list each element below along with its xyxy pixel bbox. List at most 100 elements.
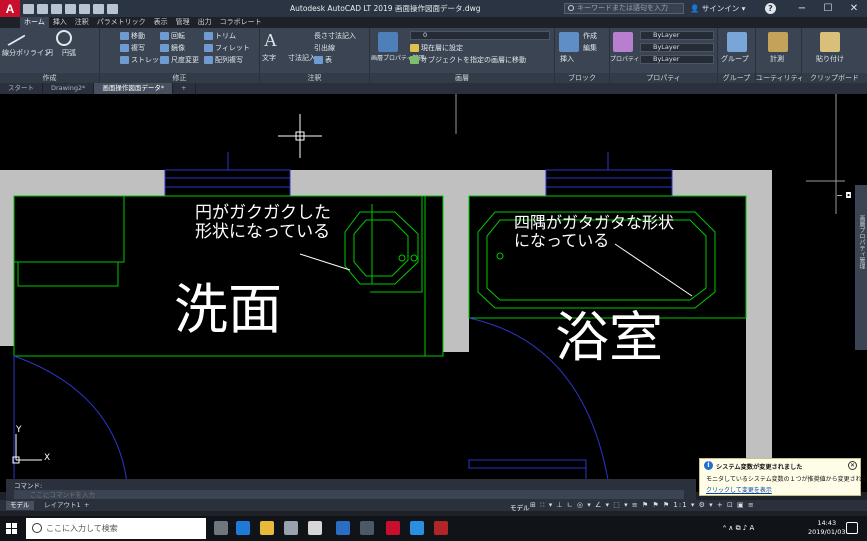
notification-center-icon[interactable] [846,522,858,534]
move-to-layer-tool[interactable]: オブジェクトを指定の画層に移動 [410,55,526,65]
color-dropdown[interactable]: ByLayer [640,31,714,40]
autocad-logo-icon[interactable]: A [0,0,20,17]
utilities-panel-label[interactable]: ユーティリティ [756,73,804,83]
linear-dimension-tool[interactable]: 長さ寸法記入 [314,31,356,41]
clipboard-panel-label[interactable]: クリップボード [802,73,867,83]
tab-collaborate[interactable]: コラボレート [216,17,266,28]
linetype-dropdown[interactable]: ByLayer [640,43,714,52]
group-icon[interactable] [727,32,747,52]
arc-tool[interactable]: 円弧 [62,48,76,58]
command-input[interactable] [14,490,684,499]
tab-insert[interactable]: 挿入 [49,17,71,28]
measure-icon[interactable] [768,32,788,52]
print-icon[interactable] [79,3,90,14]
file-explorer-icon[interactable] [260,521,274,535]
insert-block-button[interactable]: 挿入 [560,54,574,64]
windows-start-icon[interactable] [6,523,17,534]
minimize-button[interactable]: − [792,2,812,15]
modify-panel-label[interactable]: 修正 [100,73,259,83]
undo-icon[interactable] [93,3,104,14]
draw-panel-label[interactable]: 作成 [0,73,99,83]
circle-tool[interactable]: 円 [46,48,53,58]
add-layout-button[interactable]: + [80,501,93,510]
close-window-button[interactable]: ✕ [844,2,864,15]
measure-button[interactable]: 計測 [770,54,784,64]
copy-tool[interactable]: 複写 [120,43,145,53]
text-icon[interactable]: A [264,30,277,51]
layer-palette-label[interactable]: 画層プロパティ管理 [856,215,866,269]
group-button[interactable]: グループ [721,54,749,64]
tab-manage[interactable]: 管理 [172,17,194,28]
status-bar-tools[interactable]: ⊞ ∷ ▾ ⊥ ∟ ◎ ▾ ∠ ▾ ⬚ ▾ ≡ ⚑ ⚑ ⚑ 1:1 ▾ ⚙ ▾ … [530,501,755,511]
status-model-space[interactable]: モデル [510,502,530,512]
save-icon[interactable] [51,3,62,14]
file-tab-current[interactable]: 画面操作図面データ* [94,83,174,94]
taskbar-clock[interactable]: 14:43 2019/01/03 [808,519,845,537]
annotation-panel-label[interactable]: 注釈 [260,73,369,83]
move-tool[interactable]: 移動 [120,31,145,41]
edge-browser-icon[interactable] [236,521,250,535]
drawing-canvas[interactable]: 円がガクガクした 形状になっている 四隅がガタガタな形状 になっている 洗面 浴… [0,94,867,492]
leader-tool[interactable]: 引出線 [314,43,335,53]
line-tool[interactable]: 線分 [2,48,16,58]
notification-link[interactable]: クリックして変更を表示 [706,485,772,494]
help-icon[interactable]: ? [765,3,776,14]
mail-icon[interactable] [284,521,298,535]
help-search-input[interactable]: キーワードまたは語句を入力 [564,3,684,14]
scale-tool[interactable]: 尺度変更 [160,55,199,65]
table-tool[interactable]: 表 [314,55,332,65]
lineweight-dropdown[interactable]: ByLayer [640,55,714,64]
layer-dropdown[interactable]: 0 [410,31,550,40]
open-file-icon[interactable] [37,3,48,14]
edit-block-tool[interactable]: 編集 [583,43,597,53]
save-as-icon[interactable] [65,3,76,14]
layout-tab-layout1[interactable]: レイアウト1 [40,501,85,510]
dimension-tool[interactable]: 寸法記入 [288,53,316,63]
paste-button[interactable]: 貼り付け [816,54,844,64]
file-tab-drawing2[interactable]: Drawing2* [43,83,95,94]
array-tool[interactable]: 配列複写 [204,55,243,65]
paste-icon[interactable] [820,32,840,52]
tab-output[interactable]: 出力 [194,17,216,28]
mirror-icon [160,44,169,52]
media-player-icon[interactable] [360,521,374,535]
file-tab-start[interactable]: スタート [0,83,43,94]
trim-tool[interactable]: トリム [204,31,236,41]
internet-explorer-icon[interactable] [410,521,424,535]
rotate-tool[interactable]: 回転 [160,31,185,41]
tab-annotate[interactable]: 注釈 [71,17,93,28]
properties-panel-label[interactable]: プロパティ [610,73,717,83]
block-panel-label[interactable]: ブロック [555,73,609,83]
notification-close-icon[interactable]: ✕ [848,461,857,470]
system-tray[interactable]: ᴬ ∧ ⧉ ♪ A [723,524,754,533]
insert-block-icon[interactable] [559,32,579,52]
mirror-tool[interactable]: 鏡像 [160,43,185,53]
teamviewer-icon[interactable] [336,521,350,535]
redo-icon[interactable] [107,3,118,14]
create-block-tool[interactable]: 作成 [583,31,597,41]
layout-tab-model[interactable]: モデル [6,501,34,510]
app-icon[interactable] [434,521,448,535]
taskbar-search-input[interactable]: ここに入力して検索 [26,518,206,539]
match-properties-icon[interactable] [613,32,633,52]
circle-icon[interactable] [56,30,72,46]
washer [13,195,125,263]
fillet-tool[interactable]: フィレット [204,43,250,53]
groups-panel-label[interactable]: グループ [718,73,755,83]
layer-properties-icon[interactable] [378,32,398,52]
tab-parametric[interactable]: パラメトリック [93,17,150,28]
line-icon[interactable] [2,25,26,47]
set-current-layer-tool[interactable]: 現在層に設定 [410,43,463,53]
maximize-button[interactable]: ☐ [818,2,838,15]
layers-panel-label[interactable]: 画層 [370,73,554,83]
new-file-icon[interactable] [23,3,34,14]
tab-home[interactable]: ホーム [20,17,49,28]
new-tab-button[interactable]: + [173,83,196,94]
text-tool[interactable]: 文字 [262,53,276,63]
store-icon[interactable] [308,521,322,535]
autocad-taskbar-icon[interactable] [386,521,400,535]
tab-view[interactable]: 表示 [150,17,172,28]
signin-button[interactable]: 👤 サインイン ▾ [690,3,745,14]
system-variable-notification[interactable]: i システム変数が変更されました ✕ モニタしているシステム変数の１つが推奨値か… [699,458,867,496]
task-view-icon[interactable] [214,521,228,535]
